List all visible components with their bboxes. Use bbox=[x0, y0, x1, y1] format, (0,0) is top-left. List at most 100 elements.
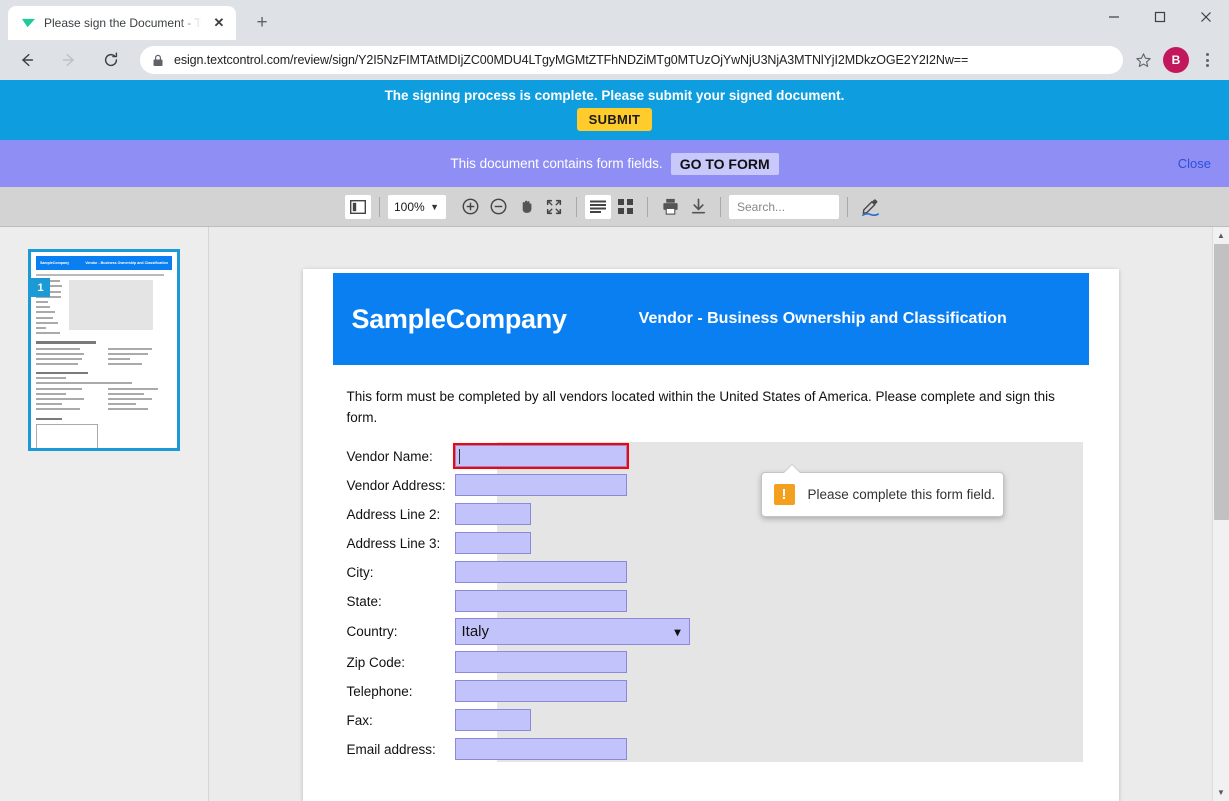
avatar[interactable]: B bbox=[1163, 47, 1189, 73]
address-bar-url: esign.textcontrol.com/review/sign/Y2I5Nz… bbox=[174, 53, 969, 67]
window-controls bbox=[1091, 0, 1229, 34]
toolbar-divider bbox=[576, 196, 577, 217]
field-label-fax: Fax: bbox=[346, 712, 373, 728]
document-intro-text: This form must be completed by all vendo… bbox=[346, 389, 1055, 425]
form-fields-banner-message: This document contains form fields. bbox=[450, 156, 663, 172]
field-label-vendor-address: Vendor Address: bbox=[346, 477, 446, 493]
window-maximize-button[interactable] bbox=[1137, 0, 1183, 34]
scroll-down-arrow-icon[interactable]: ▼ bbox=[1213, 784, 1229, 801]
form-row: City: bbox=[303, 558, 1119, 587]
print-icon[interactable] bbox=[656, 193, 684, 221]
document-form-area: Vendor Name: Vendor Address: Address Lin… bbox=[303, 441, 1119, 764]
zoom-control: 100% ▼ bbox=[388, 194, 446, 219]
forward-button[interactable] bbox=[53, 44, 85, 76]
field-label-address-line-2: Address Line 2: bbox=[346, 506, 441, 522]
toolbar-group-sidebar bbox=[345, 194, 371, 219]
form-row: Vendor Name: bbox=[303, 442, 1119, 471]
three-dots-icon[interactable] bbox=[1195, 46, 1219, 74]
sidebar-panel-icon[interactable] bbox=[345, 194, 371, 219]
banner-close-link[interactable]: Close bbox=[1178, 156, 1211, 171]
thumbnail-subtitle: Vendor - Business Ownership and Classifi… bbox=[85, 261, 168, 266]
window-close-button[interactable] bbox=[1183, 0, 1229, 34]
thumbnail-preview: SampleCompany Vendor - Business Ownershi… bbox=[31, 252, 177, 449]
zip-code-input[interactable] bbox=[454, 651, 627, 674]
field-label-address-line-3: Address Line 3: bbox=[346, 535, 441, 551]
vertical-scrollbar[interactable]: ▲ ▼ bbox=[1212, 227, 1229, 801]
form-row: Fax: bbox=[303, 706, 1119, 735]
submit-banner-message: The signing process is complete. Please … bbox=[384, 88, 845, 104]
tab-strip: Please sign the Document - Text C ✕ + bbox=[0, 0, 1229, 40]
form-row: Email address: bbox=[303, 735, 1119, 764]
tab-close-icon[interactable]: ✕ bbox=[210, 14, 228, 32]
fullscreen-icon[interactable] bbox=[540, 193, 568, 221]
viewer-body: 1 SampleCompany Vendor - Business Owners… bbox=[0, 227, 1229, 801]
scrollbar-thumb[interactable] bbox=[1213, 244, 1229, 521]
go-to-form-button[interactable]: GO TO FORM bbox=[670, 152, 779, 175]
document-subtitle: Vendor - Business Ownership and Classifi… bbox=[638, 310, 1007, 328]
document-header: SampleCompany Vendor - Business Ownershi… bbox=[332, 273, 1089, 366]
city-input[interactable] bbox=[454, 561, 627, 584]
field-label-country: Country: bbox=[346, 624, 398, 640]
page-thumbnail[interactable]: 1 SampleCompany Vendor - Business Owners… bbox=[28, 249, 180, 452]
zoom-select[interactable]: 100% bbox=[388, 194, 446, 219]
thumbnail-company: SampleCompany bbox=[40, 261, 70, 266]
telephone-input[interactable] bbox=[454, 680, 627, 703]
country-select[interactable]: Italy ▾ bbox=[454, 618, 690, 646]
vendor-name-input[interactable] bbox=[452, 443, 629, 470]
field-label-state: State: bbox=[346, 593, 382, 609]
paper-plane-icon bbox=[20, 15, 36, 31]
form-row: Country: Italy ▾ bbox=[303, 616, 1119, 648]
field-label-vendor-name: Vendor Name: bbox=[346, 448, 433, 464]
signature-pen-icon[interactable] bbox=[856, 193, 884, 221]
address-line-3-input[interactable] bbox=[454, 532, 531, 555]
form-row: Zip Code: bbox=[303, 648, 1119, 677]
document-page: SampleCompany Vendor - Business Ownershi… bbox=[302, 269, 1119, 801]
email-address-input[interactable] bbox=[454, 738, 627, 761]
browser-tab[interactable]: Please sign the Document - Text C ✕ bbox=[8, 6, 236, 40]
new-tab-button[interactable]: + bbox=[248, 9, 276, 37]
toolbar-divider bbox=[720, 196, 721, 217]
page-content: The signing process is complete. Please … bbox=[0, 80, 1229, 801]
thumbnail-header: SampleCompany Vendor - Business Ownershi… bbox=[36, 256, 172, 271]
address-line-2-input[interactable] bbox=[454, 503, 531, 526]
submit-banner: The signing process is complete. Please … bbox=[0, 80, 1229, 140]
field-label-zip-code: Zip Code: bbox=[346, 654, 406, 670]
reload-button[interactable] bbox=[95, 44, 127, 76]
back-button[interactable] bbox=[11, 44, 43, 76]
zoom-in-icon[interactable] bbox=[456, 193, 484, 221]
star-icon[interactable] bbox=[1129, 46, 1157, 74]
country-select-value: Italy bbox=[461, 623, 490, 641]
toolbar-divider bbox=[379, 196, 380, 217]
single-page-view-icon[interactable] bbox=[585, 194, 611, 219]
toolbar-divider bbox=[647, 196, 648, 217]
field-label-email-address: Email address: bbox=[346, 741, 436, 757]
field-label-city: City: bbox=[346, 564, 374, 580]
window-minimize-button[interactable] bbox=[1091, 0, 1137, 34]
fax-input[interactable] bbox=[454, 709, 531, 732]
form-row: Telephone: bbox=[303, 677, 1119, 706]
vendor-address-input[interactable] bbox=[454, 474, 627, 497]
address-bar[interactable]: esign.textcontrol.com/review/sign/Y2I5Nz… bbox=[140, 46, 1123, 74]
navigation-toolbar: esign.textcontrol.com/review/sign/Y2I5Nz… bbox=[0, 40, 1229, 80]
document-pane[interactable]: SampleCompany Vendor - Business Ownershi… bbox=[209, 227, 1212, 801]
field-label-telephone: Telephone: bbox=[346, 683, 413, 699]
grid-page-view-icon[interactable] bbox=[611, 193, 639, 221]
zoom-out-icon[interactable] bbox=[484, 193, 512, 221]
form-fields-banner: This document contains form fields. GO T… bbox=[0, 139, 1229, 188]
tab-title: Please sign the Document - Text C bbox=[44, 16, 202, 30]
download-icon[interactable] bbox=[684, 193, 712, 221]
submit-button[interactable]: SUBMIT bbox=[576, 108, 653, 132]
hand-pan-icon[interactable] bbox=[512, 193, 540, 221]
browser-chrome: Please sign the Document - Text C ✕ + bbox=[0, 0, 1229, 80]
viewer-toolbar: 100% ▼ bbox=[0, 187, 1229, 228]
scroll-up-arrow-icon[interactable]: ▲ bbox=[1213, 227, 1229, 244]
search-input[interactable] bbox=[729, 194, 839, 219]
form-row: Address Line 3: bbox=[303, 529, 1119, 558]
scrollbar-track[interactable] bbox=[1213, 244, 1229, 784]
warning-exclamation-icon: ! bbox=[773, 483, 795, 505]
chevron-down-icon: ▾ bbox=[674, 624, 681, 639]
document-company-name: SampleCompany bbox=[351, 303, 567, 334]
form-row: State: bbox=[303, 587, 1119, 616]
lock-icon bbox=[152, 54, 164, 67]
state-input[interactable] bbox=[454, 590, 627, 613]
